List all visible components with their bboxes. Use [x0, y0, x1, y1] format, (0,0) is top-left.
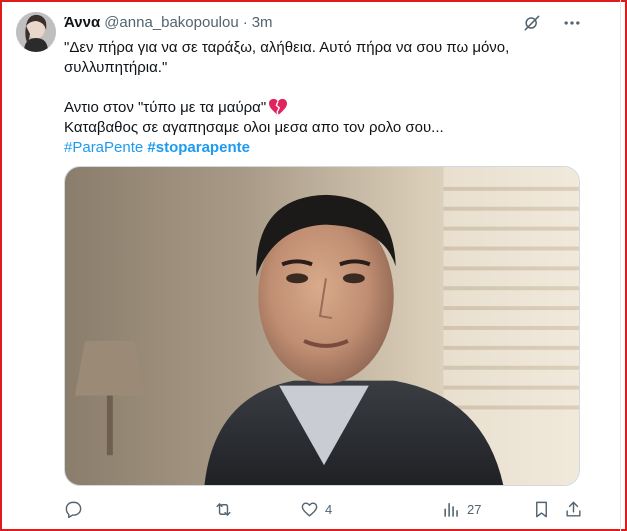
text-line-2: συλλυπητήρια."	[64, 59, 168, 76]
action-bar: 4 27	[64, 497, 584, 521]
share-button[interactable]	[564, 497, 583, 521]
retweet-button[interactable]	[214, 497, 239, 521]
text-line-1: "Δεν πήρα για να σε ταράξω, αλήθεια. Αυτ…	[64, 39, 510, 56]
share-icon	[566, 501, 581, 517]
broken-heart-icon	[268, 98, 288, 116]
hashtag-parapente[interactable]: #ParaPente	[64, 139, 143, 156]
divider	[620, 0, 621, 531]
media-photo	[65, 167, 579, 485]
like-button[interactable]: 4	[300, 497, 332, 521]
reply-icon	[65, 501, 82, 518]
tweet-header: Άννα @anna_bakopoulou · 3m	[64, 12, 273, 32]
top-actions	[521, 12, 583, 34]
more-options-icon[interactable]	[561, 12, 583, 34]
tweet-text: "Δεν πήρα για να σε ταράξω, αλήθεια. Αυτ…	[64, 38, 584, 158]
user-handle[interactable]: @anna_bakopoulou	[104, 14, 239, 31]
views-count: 27	[467, 501, 482, 517]
bookmark-icon	[536, 501, 547, 517]
heart-icon	[301, 501, 318, 517]
views-button[interactable]: 27	[442, 497, 481, 521]
hashtag-stoparapente[interactable]: #stoparapente	[147, 139, 250, 156]
like-count: 4	[325, 501, 333, 517]
hashtags: #ParaPente #stoparapente	[64, 138, 584, 158]
display-name[interactable]: Άννα	[64, 14, 100, 31]
avatar[interactable]	[16, 12, 56, 52]
timestamp[interactable]: 3m	[252, 14, 273, 31]
reply-button[interactable]	[64, 497, 89, 521]
avatar-image	[16, 12, 56, 52]
views-icon	[444, 502, 458, 517]
separator-dot: ·	[242, 13, 248, 31]
text-line-3-content: Αντιο στον "τύπο με τα μαύρα"	[64, 99, 267, 116]
bookmark-button[interactable]	[532, 497, 551, 521]
text-line-4: Καταβαθος σε αγαπησαμε ολοι μεσα απο τον…	[64, 119, 444, 136]
retweet-icon	[216, 502, 231, 516]
text-line-3: Αντιο στον "τύπο με τα μαύρα"	[64, 98, 584, 118]
grok-icon[interactable]	[521, 12, 543, 34]
tweet-media-image[interactable]	[64, 166, 580, 486]
